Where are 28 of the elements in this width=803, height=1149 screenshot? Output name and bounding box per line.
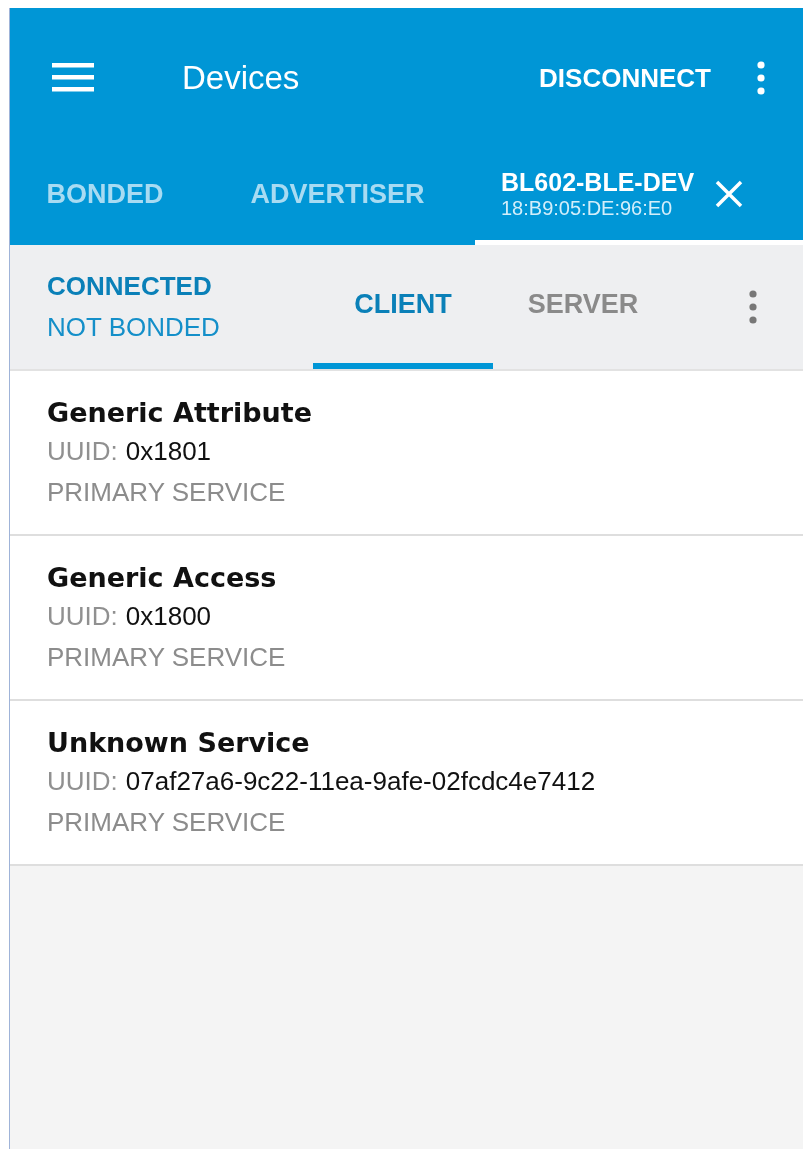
uuid-value: 07af27a6-9c22-11ea-9afe-02fcdc4e7412 (125, 766, 596, 796)
tab[interactable]: ADVERTISER (200, 148, 475, 245)
uuid-value: 0x1801 (125, 436, 212, 466)
uuid-label: UUID: (47, 601, 118, 631)
uuid-label: UUID: (47, 436, 118, 466)
uuid-label: UUID: (47, 766, 118, 796)
app-title: Devices (182, 59, 301, 97)
disconnect-button[interactable]: DISCONNECT (539, 62, 711, 94)
uuid-value: 0x1800 (125, 601, 212, 631)
more-options-icon[interactable] (747, 290, 759, 324)
service-name: Generic Access (47, 562, 278, 593)
service-item[interactable]: Unknown Service UUID: 07af27a6-9c22-11ea-9afe-02fcdc4e7412 PRIMARY SERVICE (10, 701, 803, 866)
service-type: PRIMARY SERVICE (47, 477, 287, 508)
tab[interactable]: BONDED (10, 148, 200, 245)
connection-status: CONNECTED (47, 271, 213, 302)
menu-icon[interactable] (52, 62, 94, 92)
bond-status: NOT BONDED (47, 312, 221, 343)
device-name: BL602-BLE-DEV (501, 168, 695, 197)
service-type: PRIMARY SERVICE (47, 807, 287, 838)
close-icon[interactable] (714, 179, 745, 209)
service-name: Generic Attribute (47, 397, 314, 428)
service-item[interactable]: Generic Access UUID: 0x1800 PRIMARY SERVICE (10, 536, 803, 701)
service-name: Unknown Service (47, 727, 311, 758)
device-address: 18:B9:05:DE:96:E0 (501, 197, 674, 220)
service-type: PRIMARY SERVICE (47, 642, 287, 673)
more-options-icon[interactable] (755, 61, 767, 95)
service-item[interactable]: Generic Attribute UUID: 0x1801 PRIMARY SERVICE (10, 371, 803, 536)
tab[interactable]: SERVER (493, 245, 673, 369)
